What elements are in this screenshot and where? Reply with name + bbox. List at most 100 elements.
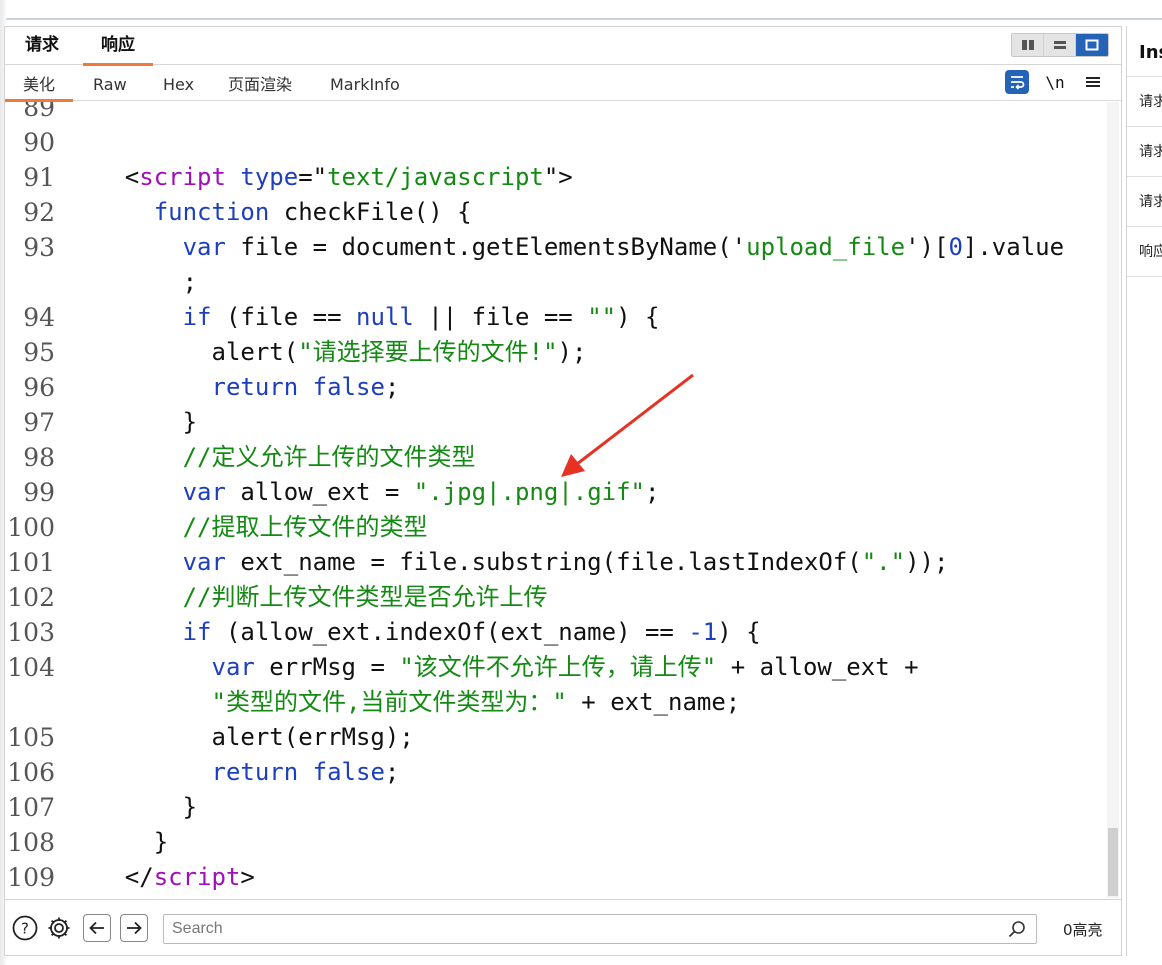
code-token: } [67,793,198,821]
show-newlines-button[interactable]: \n [1043,73,1067,92]
message-viewer-panel: 请求 响应 美化 Raw Hex 页面渲染 MarkInfo \n 89 90 [4,26,1122,956]
code-token: alert( [67,338,299,366]
line-number: 89 [23,102,55,122]
code-token: + allow_ext + [716,653,919,681]
tab-pretty[interactable]: 美化 [5,67,73,102]
vertical-scrollbar[interactable] [1107,102,1119,898]
line-number: 99 [23,478,55,507]
view-mode-toggle [1011,33,1109,57]
code-text: "类型的文件,当前文件类型为：" + ext_name; [67,685,741,720]
split-rows-icon[interactable] [1044,34,1076,56]
code-token: checkFile() { [269,198,472,226]
code-token: } [67,408,198,436]
code-token: "> [543,163,573,191]
tab-raw[interactable]: Raw [93,67,127,101]
code-token: </ [67,863,154,891]
code-token: var [182,478,226,506]
code-token: ".jpg|.png|.gif" [413,478,645,506]
search-icon[interactable] [1008,920,1026,938]
code-text: } [67,825,168,860]
arrow-left-icon[interactable] [83,914,111,942]
code-token: } [67,828,169,856]
code-text: return false; [67,755,400,790]
search-input[interactable] [164,915,1004,943]
line-number: 109 [7,863,55,892]
code-text: function checkFile() { [67,195,472,230]
line-number: 96 [23,373,55,402]
code-text: var errMsg = "该文件不允许上传，请上传" + allow_ext … [67,650,919,685]
line-number: 102 [7,583,55,612]
line-number: 95 [23,338,55,367]
code-token: function [153,198,270,226]
search-bar-area: ? 0高亮 [5,899,1121,955]
code-token: || file == [413,303,588,331]
word-wrap-icon[interactable] [1005,70,1029,94]
code-token: (allow_ext.indexOf(ext_name) == [211,618,689,646]
tab-response[interactable]: 响应 [83,27,153,66]
code-text: if (allow_ext.indexOf(ext_name) == -1) { [67,615,761,650]
line-number: 105 [7,723,55,752]
line-number: 103 [7,618,55,647]
line-number: 97 [23,408,55,437]
line-number: 92 [23,198,55,227]
help-icon[interactable]: ? [11,914,39,942]
code-token: ) { [616,303,660,331]
tab-markinfo[interactable]: MarkInfo [330,67,400,101]
line-number: 94 [23,303,55,332]
code-text: var ext_name = file.substring(file.lastI… [67,545,949,580]
code-token: "." [861,548,906,576]
code-token: "请选择要上传的文件!" [298,338,558,366]
code-token: var [182,548,226,576]
code-editor[interactable]: 89 90 91 <script type="text/javascript"> 92… [5,102,1107,898]
code-text: return false; [67,370,400,405]
code-token: < [67,163,140,191]
code-text: if (file == null || file == "") { [67,300,660,335]
code-token: ext_name = file.substring(file.lastIndex… [225,548,862,576]
code-text: } [67,405,197,440]
code-token: "该文件不允许上传，请上传" [399,653,717,681]
arrow-right-icon[interactable] [120,914,148,942]
line-number: 107 [7,793,55,822]
inspector-item-request-headers[interactable]: 请求头 [1127,126,1162,176]
code-text: var file = document.getElementsByName('u… [67,230,1064,265]
search-box [163,914,1037,944]
split-columns-icon[interactable] [1012,34,1044,56]
code-token: //定义允许上传的文件类型 [182,443,476,471]
line-number: 100 [7,513,55,542]
code-token: + ext_name; [566,688,741,716]
tab-render[interactable]: 页面渲染 [228,67,292,101]
inspector-item-response-headers[interactable]: 响应头 [1127,226,1162,276]
inspector-item-request-cookies[interactable]: 请求Cookie [1127,176,1162,226]
tab-hex[interactable]: Hex [163,67,194,101]
code-token: var [182,233,226,261]
code-token: return false [211,758,385,786]
scrollbar-thumb[interactable] [1108,828,1118,896]
line-number: 98 [23,443,55,472]
code-text: ; [67,265,197,300]
code-token: upload_file [746,233,906,261]
code-token: "类型的文件,当前文件类型为：" [211,688,567,716]
inspector-item-request-attributes[interactable]: 请求属性 [1127,76,1162,126]
hamburger-menu-icon[interactable] [1081,70,1105,94]
gear-icon[interactable] [45,914,73,942]
code-token: ].value [962,233,1065,261]
code-token: if [182,618,212,646]
code-text: alert(errMsg); [67,720,413,755]
code-token: ) { [717,618,761,646]
single-pane-icon[interactable] [1076,34,1108,56]
svg-text:?: ? [21,920,29,938]
code-text: //提取上传文件的类型 [67,510,428,545]
tab-request[interactable]: 请求 [11,27,73,65]
code-token: 0 [948,233,963,261]
code-token: ; [384,758,400,786]
